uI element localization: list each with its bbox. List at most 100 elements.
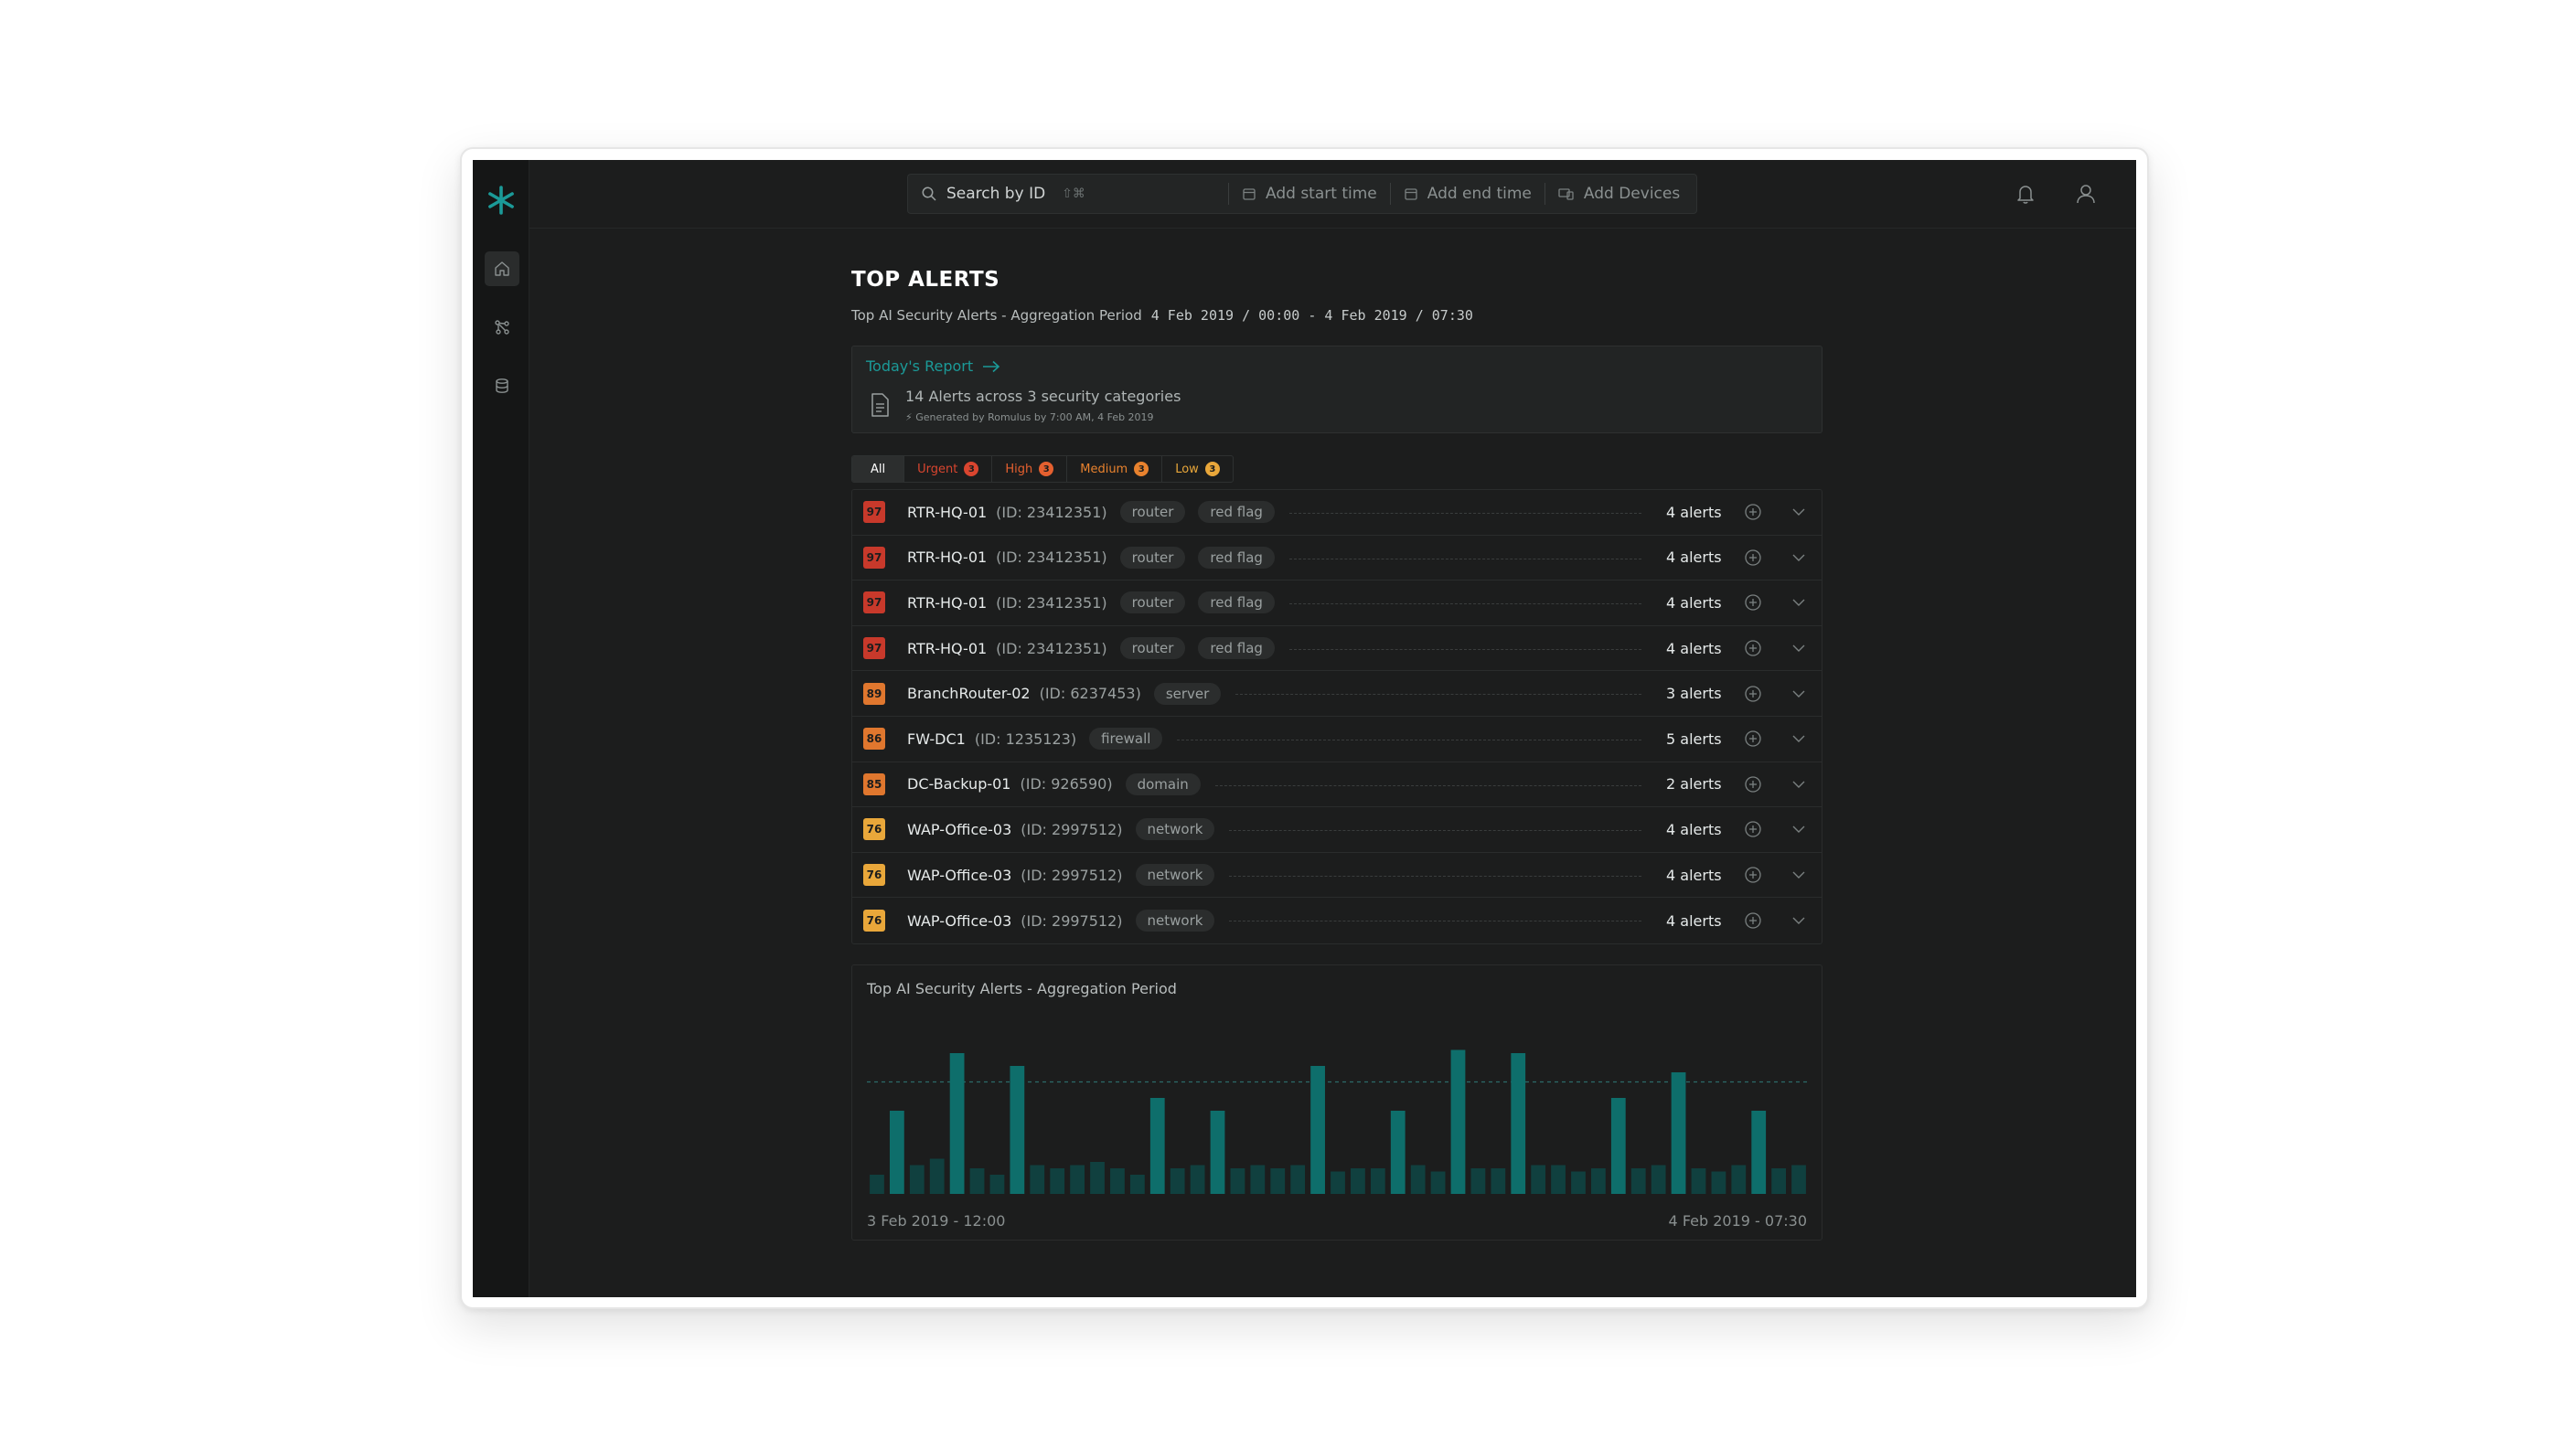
add-circle-icon[interactable]: [1744, 866, 1762, 884]
chart-bar[interactable]: [1110, 1168, 1125, 1194]
add-circle-icon[interactable]: [1744, 639, 1762, 657]
asterisk-logo-icon[interactable]: [486, 185, 517, 216]
alert-row[interactable]: 97 RTR-HQ-01 (ID: 23412351) router red flag 4…: [852, 626, 1822, 672]
todays-report-link[interactable]: Today's Report: [866, 357, 1000, 375]
chart-bar[interactable]: [1250, 1165, 1266, 1195]
sidebar-item-network[interactable]: [485, 310, 519, 345]
chart-bar[interactable]: [1511, 1053, 1526, 1194]
chart-bar[interactable]: [1711, 1171, 1726, 1195]
chevron-down-icon[interactable]: [1790, 820, 1808, 838]
chart-bar[interactable]: [1190, 1165, 1205, 1195]
risk-score-badge: 85: [863, 772, 885, 795]
chart-bar[interactable]: [1370, 1168, 1385, 1194]
add-circle-icon[interactable]: [1744, 685, 1762, 703]
chart-bar[interactable]: [1331, 1171, 1345, 1195]
chart-bar[interactable]: [1731, 1165, 1747, 1195]
chart-bar[interactable]: [969, 1168, 985, 1194]
chevron-down-icon[interactable]: [1790, 503, 1808, 521]
chart-bar[interactable]: [1791, 1165, 1806, 1195]
chevron-down-icon[interactable]: [1790, 685, 1808, 703]
filter-tab-low[interactable]: Low 3: [1162, 456, 1233, 482]
alert-row[interactable]: 76 WAP-Office-03 (ID: 2997512) network 4 ale…: [852, 898, 1822, 943]
chart-bar[interactable]: [1050, 1168, 1065, 1194]
alert-device-info: WAP-Office-03 (ID: 2997512) network: [907, 910, 1215, 932]
chart-bar[interactable]: [909, 1165, 925, 1195]
chart-bar[interactable]: [1390, 1111, 1406, 1194]
chart-bar[interactable]: [1630, 1168, 1646, 1194]
alert-row[interactable]: 85 DC-Backup-01 (ID: 926590) domain 2 alerts: [852, 762, 1822, 808]
chevron-down-icon[interactable]: [1790, 593, 1808, 612]
chart-bar[interactable]: [1751, 1111, 1767, 1194]
chart-bar[interactable]: [989, 1175, 1005, 1194]
chart-bar[interactable]: [1551, 1165, 1566, 1195]
add-circle-icon[interactable]: [1744, 730, 1762, 748]
chart-bar[interactable]: [1410, 1165, 1426, 1195]
search-input[interactable]: Search by ID ⇧⌘: [908, 175, 1228, 213]
chevron-down-icon[interactable]: [1790, 730, 1808, 748]
chart-bar[interactable]: [1149, 1098, 1165, 1194]
sidebar-item-home[interactable]: [485, 251, 519, 286]
chart-bar[interactable]: [1491, 1168, 1506, 1194]
aggregation-period: 4 Feb 2019 / 00:00 - 4 Feb 2019 / 07:30: [1150, 307, 1473, 324]
chart-bar[interactable]: [1290, 1165, 1306, 1195]
chart-bar[interactable]: [1129, 1175, 1145, 1194]
chart-bar[interactable]: [929, 1158, 945, 1195]
filter-tab-all[interactable]: All: [852, 456, 905, 482]
chevron-down-icon[interactable]: [1790, 549, 1808, 567]
chart-bar[interactable]: [889, 1111, 904, 1194]
chart-bar[interactable]: [1531, 1165, 1546, 1195]
chart-bar[interactable]: [1070, 1165, 1085, 1195]
chart-bar[interactable]: [1351, 1168, 1365, 1194]
alert-row[interactable]: 97 RTR-HQ-01 (ID: 23412351) router red flag 4…: [852, 581, 1822, 626]
user-icon[interactable]: [2073, 181, 2099, 207]
chart-bar[interactable]: [1310, 1066, 1325, 1194]
add-circle-icon[interactable]: [1744, 820, 1762, 838]
chart-bar[interactable]: [1030, 1165, 1045, 1195]
chart-bar[interactable]: [1610, 1098, 1626, 1194]
filter-tab-high[interactable]: High 3: [992, 456, 1068, 482]
chart-bar[interactable]: [949, 1053, 965, 1194]
chart-bar[interactable]: [1651, 1165, 1666, 1195]
chart-bar[interactable]: [1470, 1168, 1486, 1194]
chart-bar[interactable]: [1430, 1171, 1446, 1195]
chart-bar[interactable]: [1591, 1168, 1606, 1194]
chart-bar[interactable]: [1450, 1049, 1466, 1195]
alert-row[interactable]: 76 WAP-Office-03 (ID: 2997512) network 4 ale…: [852, 807, 1822, 853]
alert-row[interactable]: 76 WAP-Office-03 (ID: 2997512) network 4 ale…: [852, 853, 1822, 899]
chart-bar[interactable]: [870, 1175, 884, 1194]
chart-bar[interactable]: [1671, 1072, 1686, 1194]
chart-bar[interactable]: [1270, 1168, 1286, 1194]
chevron-down-icon[interactable]: [1790, 775, 1808, 794]
risk-score-badge: 89: [863, 682, 885, 705]
alert-row[interactable]: 97 RTR-HQ-01 (ID: 23412351) router red flag 4…: [852, 536, 1822, 581]
chart-bar[interactable]: [1010, 1066, 1025, 1194]
chart-bar[interactable]: [1230, 1168, 1245, 1194]
device-name: DC-Backup-01: [907, 775, 1011, 794]
chart-bar[interactable]: [1771, 1168, 1787, 1194]
bell-icon[interactable]: [2013, 181, 2038, 207]
sidebar-item-database[interactable]: [485, 368, 519, 403]
add-circle-icon[interactable]: [1744, 549, 1762, 567]
chart-bar[interactable]: [1170, 1168, 1185, 1194]
filter-tab-medium[interactable]: Medium 3: [1067, 456, 1163, 482]
alert-row[interactable]: 97 RTR-HQ-01 (ID: 23412351) router red flag 4…: [852, 490, 1822, 536]
subtitle-text: Top AI Security Alerts - Aggregation Per…: [851, 307, 1142, 324]
add-circle-icon[interactable]: [1744, 593, 1762, 612]
devices-field[interactable]: Add Devices: [1545, 175, 1693, 213]
chevron-down-icon[interactable]: [1790, 639, 1808, 657]
chevron-down-icon[interactable]: [1790, 911, 1808, 930]
chart-bar[interactable]: [1210, 1111, 1225, 1194]
chevron-down-icon[interactable]: [1790, 866, 1808, 884]
add-circle-icon[interactable]: [1744, 775, 1762, 794]
chart-bar[interactable]: [1571, 1171, 1586, 1195]
add-circle-icon[interactable]: [1744, 911, 1762, 930]
alert-row[interactable]: 86 FW-DC1 (ID: 1235123) firewall 5 alerts: [852, 717, 1822, 762]
dotted-leader: [1215, 784, 1641, 786]
end-time-field[interactable]: Add end time: [1391, 175, 1545, 213]
chart-bar[interactable]: [1691, 1168, 1706, 1194]
add-circle-icon[interactable]: [1744, 503, 1762, 521]
alert-row[interactable]: 89 BranchRouter-02 (ID: 6237453) server 3 al…: [852, 671, 1822, 717]
start-time-field[interactable]: Add start time: [1229, 175, 1390, 213]
filter-tab-urgent[interactable]: Urgent 3: [904, 456, 993, 482]
chart-bar[interactable]: [1090, 1162, 1105, 1194]
